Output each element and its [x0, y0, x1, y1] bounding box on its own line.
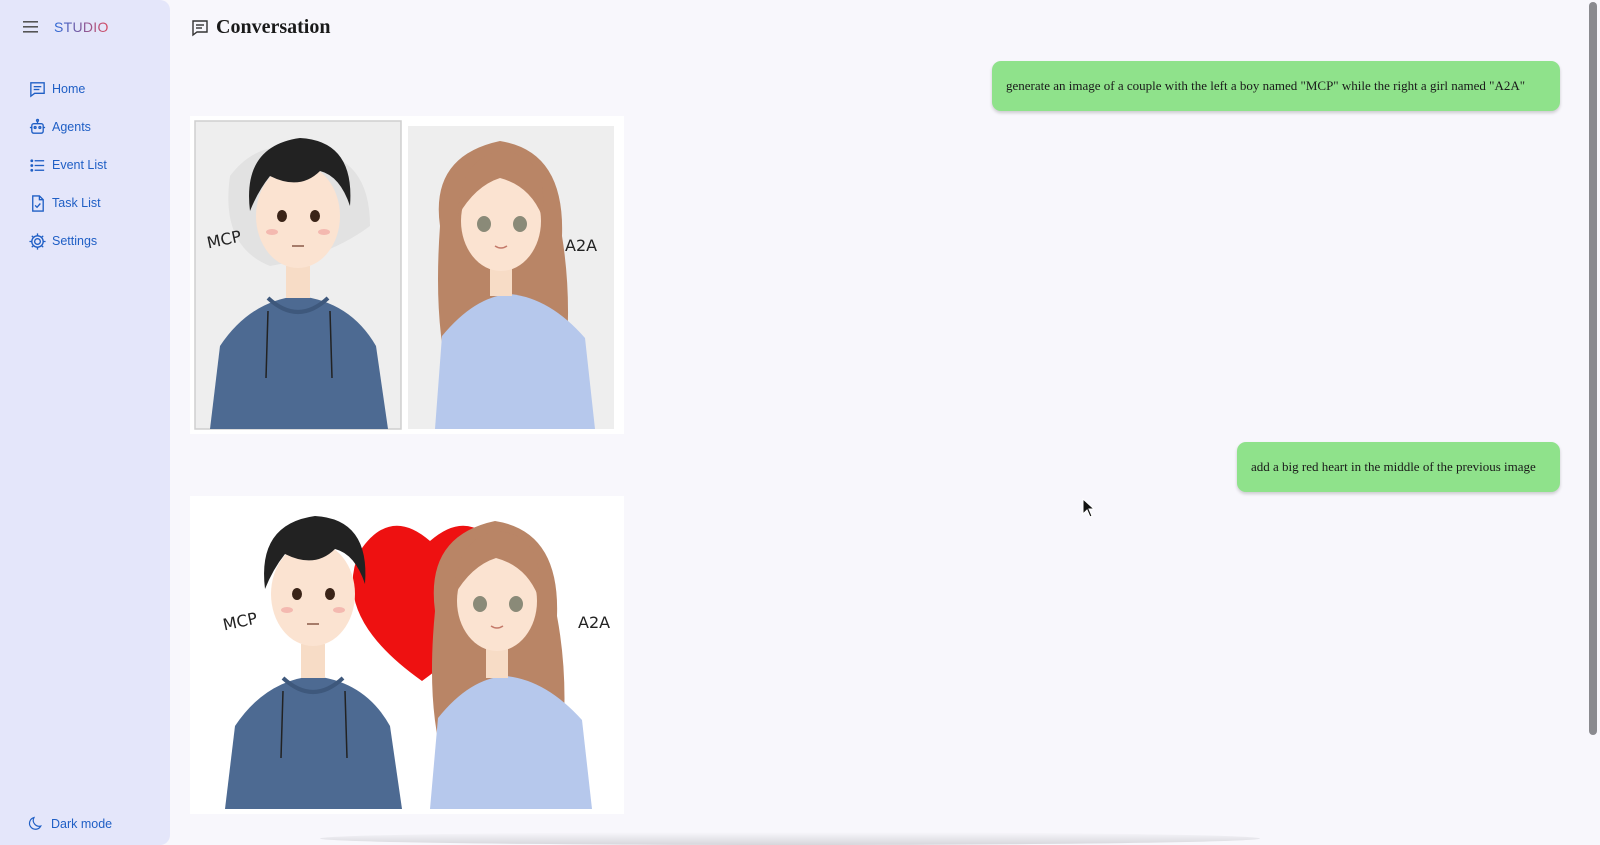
- dark-mode-label: Dark mode: [51, 816, 113, 831]
- sidebar-item-settings[interactable]: Settings: [28, 222, 107, 260]
- sidebar-item-agents[interactable]: Agents: [28, 108, 107, 146]
- sidebar-nav: Home Agents Event List Task List Setting…: [28, 70, 107, 260]
- user-message-bubble: generate an image of a couple with the l…: [992, 61, 1560, 111]
- svg-text:A2A: A2A: [565, 236, 597, 255]
- mouse-cursor-icon: [1082, 498, 1096, 518]
- gear-icon: [29, 232, 46, 250]
- sidebar-item-label: Settings: [52, 234, 98, 248]
- scrollbar-thumb[interactable]: [1589, 2, 1597, 735]
- svg-text:A2A: A2A: [578, 613, 610, 632]
- couple-heart-illustration: MCP A2A: [190, 496, 624, 814]
- sidebar-item-event-list[interactable]: Event List: [28, 146, 107, 184]
- moon-icon: [28, 816, 42, 830]
- list-icon: [30, 158, 45, 172]
- sidebar-item-label: Event List: [52, 158, 107, 172]
- sidebar-header: STUDIO: [22, 17, 109, 37]
- generated-image-couple-heart[interactable]: MCP A2A: [190, 496, 624, 814]
- dark-mode-toggle[interactable]: Dark mode: [28, 815, 112, 832]
- app-brand: STUDIO: [54, 19, 109, 35]
- user-message-bubble: add a big red heart in the middle of the…: [1237, 442, 1560, 492]
- page-title: Conversation: [216, 16, 331, 38]
- sidebar-item-label: Task List: [52, 196, 101, 210]
- sidebar: STUDIO Home Agents Event List Task List …: [0, 0, 170, 845]
- sidebar-item-label: Agents: [52, 120, 91, 134]
- page-header: Conversation: [190, 16, 330, 39]
- hamburger-menu-icon[interactable]: [22, 20, 40, 34]
- scrollbar[interactable]: [1586, 0, 1600, 845]
- task-icon: [32, 194, 44, 212]
- sidebar-item-home[interactable]: Home: [28, 70, 107, 108]
- generated-image-couple[interactable]: MCP A2A: [190, 116, 624, 434]
- couple-illustration: MCP A2A: [194, 120, 614, 430]
- sidebar-item-task-list[interactable]: Task List: [28, 184, 107, 222]
- robot-icon: [29, 118, 46, 134]
- chat-icon: [30, 81, 45, 97]
- input-area-shadow: [320, 832, 1260, 845]
- sidebar-item-label: Home: [52, 82, 86, 96]
- message-square-icon: [192, 19, 208, 36]
